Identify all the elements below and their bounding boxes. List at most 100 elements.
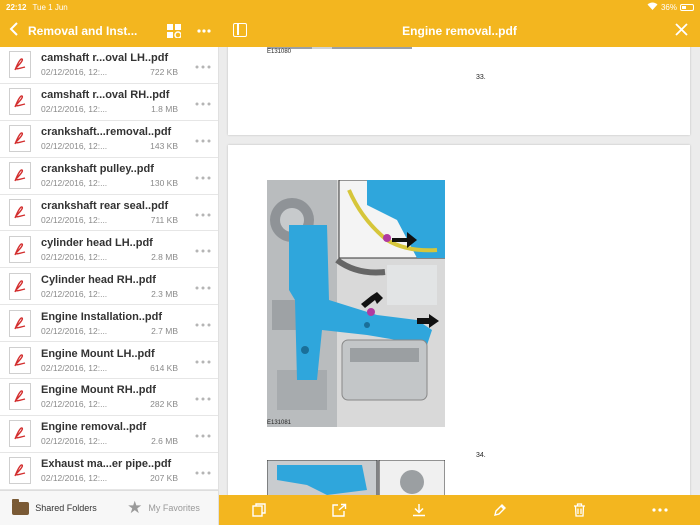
toolbar-more-button[interactable] (646, 499, 674, 521)
file-meta: 02/12/2016, 12:... 2.6 MB (41, 436, 178, 446)
more-icon (195, 249, 211, 253)
file-more-button[interactable] (188, 169, 218, 183)
page-number-previous: 33. (476, 74, 486, 81)
chevron-left-icon (9, 22, 18, 36)
file-meta: 02/12/2016, 12:... 614 KB (41, 363, 178, 373)
file-row[interactable]: camshaft r...oval RH..pdf 02/12/2016, 12… (0, 84, 218, 121)
file-list: camshaft r...oval LH..pdf 02/12/2016, 12… (0, 47, 219, 490)
file-more-button[interactable] (188, 279, 218, 293)
more-icon (195, 360, 211, 364)
share-button[interactable] (325, 499, 353, 521)
delete-button[interactable] (566, 499, 594, 521)
pdf-icon (9, 125, 31, 153)
file-size: 2.8 MB (151, 251, 178, 262)
status-time: 22:12 (6, 2, 27, 12)
sidebar-title: Removal and Inst... (28, 23, 138, 38)
document-title: Engine removal..pdf (402, 23, 517, 38)
file-more-button[interactable] (188, 427, 218, 441)
file-more-button[interactable] (188, 464, 218, 478)
file-row[interactable]: Engine Installation..pdf 02/12/2016, 12:… (0, 305, 218, 343)
file-more-button[interactable] (188, 242, 218, 256)
more-icon (195, 139, 211, 143)
tab-my-favorites[interactable]: ★ My Favorites (109, 498, 218, 518)
file-name: Engine Mount LH..pdf (41, 347, 155, 360)
document-viewer[interactable]: E131080 33. E131081 34. (219, 47, 700, 495)
file-name: Engine Installation..pdf (41, 310, 162, 323)
file-text: camshaft r...oval RH..pdf 02/12/2016, 12… (41, 89, 188, 114)
download-icon (413, 504, 426, 517)
file-row[interactable]: crankshaft...removal..pdf 02/12/2016, 12… (0, 121, 218, 158)
tab-shared-folders[interactable]: Shared Folders (0, 498, 109, 515)
file-size: 722 KB (150, 67, 178, 78)
file-size: 2.7 MB (151, 325, 178, 336)
file-row[interactable]: camshaft r...oval LH..pdf 02/12/2016, 12… (0, 47, 218, 84)
file-more-button[interactable] (188, 132, 218, 146)
file-name: crankshaft rear seal..pdf (41, 200, 169, 212)
file-row[interactable]: Cylinder head RH..pdf 02/12/2016, 12:...… (0, 268, 218, 306)
annotate-button[interactable] (486, 499, 514, 521)
file-name: Engine removal..pdf (41, 421, 147, 434)
file-size: 2.3 MB (151, 288, 178, 299)
file-date: 02/12/2016, 12:... (41, 215, 108, 225)
file-more-button[interactable] (188, 390, 218, 404)
copy-icon (252, 503, 266, 517)
more-options-button[interactable] (189, 28, 219, 33)
file-text: Engine Installation..pdf 02/12/2016, 12:… (41, 311, 188, 336)
file-meta: 02/12/2016, 12:... 207 KB (41, 473, 178, 483)
file-meta: 02/12/2016, 12:... 711 KB (41, 215, 178, 225)
file-text: camshaft r...oval LH..pdf 02/12/2016, 12… (41, 52, 188, 77)
file-text: Cylinder head RH..pdf 02/12/2016, 12:...… (41, 274, 188, 299)
trash-icon (574, 503, 586, 517)
more-icon (195, 286, 211, 290)
download-button[interactable] (405, 499, 433, 521)
file-meta: 02/12/2016, 12:... 2.3 MB (41, 289, 178, 299)
file-more-button[interactable] (188, 206, 218, 220)
file-date: 02/12/2016, 12:... (41, 288, 108, 299)
shared-folder-icon (12, 498, 30, 515)
file-row[interactable]: crankshaft pulley..pdf 02/12/2016, 12:..… (0, 158, 218, 195)
more-icon (195, 434, 211, 438)
file-meta: 02/12/2016, 12:... 143 KB (41, 141, 178, 151)
file-text: cylinder head LH..pdf 02/12/2016, 12:...… (41, 237, 188, 262)
file-row[interactable]: cylinder head LH..pdf 02/12/2016, 12:...… (0, 231, 218, 269)
file-size: 2.6 MB (151, 436, 178, 447)
more-icon (195, 65, 211, 69)
close-button[interactable] (675, 19, 688, 41)
file-date: 02/12/2016, 12:... (41, 362, 108, 373)
copy-button[interactable] (245, 499, 273, 521)
figure-label-top: E131080 (267, 49, 292, 55)
file-name: crankshaft pulley..pdf (41, 163, 154, 176)
file-more-button[interactable] (188, 353, 218, 367)
pen-icon (493, 504, 506, 516)
file-more-button[interactable] (188, 316, 218, 330)
sidebar-header: Removal and Inst... (0, 14, 219, 47)
file-more-button[interactable] (188, 58, 218, 72)
file-date: 02/12/2016, 12:... (41, 67, 108, 78)
page-number-current: 34. (476, 452, 486, 459)
file-date: 02/12/2016, 12:... (41, 473, 108, 484)
pdf-icon (9, 420, 31, 448)
more-icon (195, 471, 211, 475)
file-row[interactable]: crankshaft rear seal..pdf 02/12/2016, 12… (0, 195, 218, 232)
view-mode-button[interactable] (159, 23, 189, 38)
pdf-icon (9, 51, 31, 79)
grid-view-icon (167, 23, 181, 38)
file-text: Engine Mount RH..pdf 02/12/2016, 12:... … (41, 384, 188, 409)
file-name: camshaft r...oval LH..pdf (41, 52, 169, 65)
status-right: 36% (647, 2, 694, 12)
more-icon (195, 102, 211, 106)
file-date: 02/12/2016, 12:... (41, 325, 108, 336)
sidebar-footer: Shared Folders ★ My Favorites (0, 490, 219, 525)
file-row[interactable]: Engine Mount LH..pdf 02/12/2016, 12:... … (0, 342, 218, 380)
file-meta: 02/12/2016, 12:... 2.8 MB (41, 252, 178, 262)
star-icon: ★ (127, 498, 143, 517)
file-more-button[interactable] (188, 95, 218, 109)
file-size: 1.8 MB (151, 104, 178, 115)
file-size: 130 KB (150, 178, 178, 189)
file-row[interactable]: Exhaust ma...er pipe..pdf 02/12/2016, 12… (0, 453, 218, 490)
pdf-icon (9, 235, 31, 263)
file-name: Cylinder head RH..pdf (41, 273, 156, 286)
file-row[interactable]: Engine removal..pdf 02/12/2016, 12:... 2… (0, 416, 218, 453)
back-button[interactable] (0, 20, 28, 41)
file-row[interactable]: Engine Mount RH..pdf 02/12/2016, 12:... … (0, 379, 218, 416)
